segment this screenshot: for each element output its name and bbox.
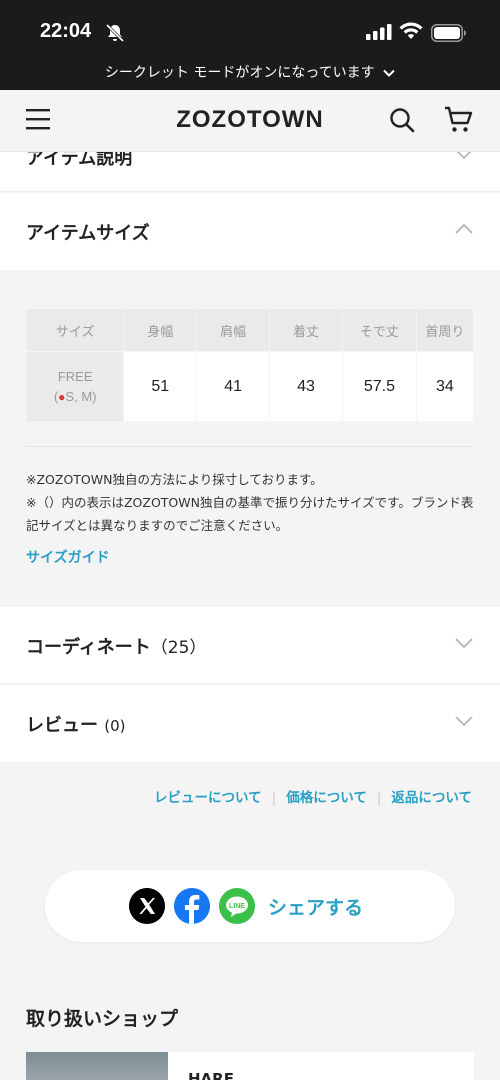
wifi-icon [399,22,423,39]
incognito-banner[interactable]: シークレット モードがオンになっています [0,56,500,90]
line-icon-text: LINE [229,903,245,910]
size-notes: ※ZOZOTOWN独自の方法により採寸しております。 ※（）内の表示はZOZOT… [26,468,478,537]
size-guide-link[interactable]: サイズガイド [26,547,110,567]
size-value: 57.5 [342,351,417,421]
coordinate-accordion[interactable]: コーディネート（25） [0,607,500,684]
review-accordion[interactable]: レビュー (0) [0,685,500,762]
battery-icon [431,24,466,42]
line-icon: LINE [219,888,255,924]
chevron-up-icon [455,223,473,234]
return-policy-link[interactable]: 返品について [391,790,472,806]
review-policy-link[interactable]: レビューについて [154,790,262,806]
coordinate-title-wrap: コーディネート（25） [26,633,206,659]
share-label: シェアする [268,897,364,919]
shop-image [26,1052,168,1080]
item-description-accordion[interactable]: アイテム説明 [0,152,500,192]
chevron-down-icon [455,638,473,649]
app-header: ZOZOTOWN [0,90,500,152]
status-bar: 22:04 [0,0,500,62]
signal-icon [366,24,392,40]
size-sub-text: S, M [65,388,93,404]
shop-heading: 取り扱いショップ [26,1008,179,1030]
item-size-title: アイテムサイズ [26,223,150,244]
shop-name: HARE [188,1070,234,1080]
size-table-scroller[interactable]: サイズ 身幅 肩幅 着丈 そで丈 首周り FREE (●S, M) 51 41 … [26,308,474,421]
divider [26,446,474,447]
size-note-2: ※（）内の表示はZOZOTOWN独自の基準で振り分けたサイズです。ブランド表記サ… [26,495,474,533]
size-sub-label: (●S, M) [53,388,97,404]
review-count: (0) [104,717,126,735]
coordinate-title: コーディネート [26,637,151,658]
policy-links: レビューについて | 価格について | 返品について [154,786,472,806]
item-description-title: アイテム説明 [26,152,133,169]
price-policy-link[interactable]: 価格について [286,790,367,806]
size-note-1: ※ZOZOTOWN独自の方法により採寸しております。 [26,472,323,487]
review-title-wrap: レビュー (0) [26,711,126,737]
size-value: 51 [123,351,198,421]
chevron-down-icon [456,152,472,160]
bell-muted-icon [105,23,125,43]
search-icon[interactable] [389,107,415,133]
size-header: 首周り [415,308,474,352]
x-icon [129,888,165,924]
size-table: サイズ 身幅 肩幅 着丈 そで丈 首周り FREE (●S, M) 51 41 … [26,308,474,421]
size-label-cell: FREE (●S, M) [26,351,125,421]
item-size-accordion[interactable]: アイテムサイズ [0,193,500,270]
coordinate-count: （25） [150,638,207,658]
separator: | [271,790,277,806]
size-label: FREE [57,368,93,384]
facebook-icon [174,888,210,924]
incognito-text: シークレット モードがオンになっています [104,65,375,81]
size-header: 着丈 [269,308,343,352]
size-value: 43 [269,351,343,421]
size-header: 身幅 [123,308,198,352]
share-button[interactable]: LINE シェアする [45,870,455,942]
chevron-down-icon [455,716,473,727]
chevron-down-icon [383,69,395,77]
item-size-content: サイズ 身幅 肩幅 着丈 そで丈 首周り FREE (●S, M) 51 41 … [0,270,500,606]
size-value: 41 [196,351,271,421]
zozotown-logo[interactable]: ZOZOTOWN [0,106,500,134]
review-title: レビュー [26,715,98,736]
shop-card[interactable]: HARE [26,1052,474,1080]
size-header: そで丈 [342,308,417,352]
size-value: 34 [415,351,474,421]
status-time: 22:04 [40,20,92,42]
size-table-row: FREE (●S, M) 51 41 43 57.5 34 [26,351,474,421]
size-header: サイズ [26,308,125,352]
cart-icon[interactable] [444,106,474,134]
size-header: 肩幅 [196,308,271,352]
separator: | [376,790,382,806]
size-table-header-row: サイズ 身幅 肩幅 着丈 そで丈 首周り [26,308,474,352]
